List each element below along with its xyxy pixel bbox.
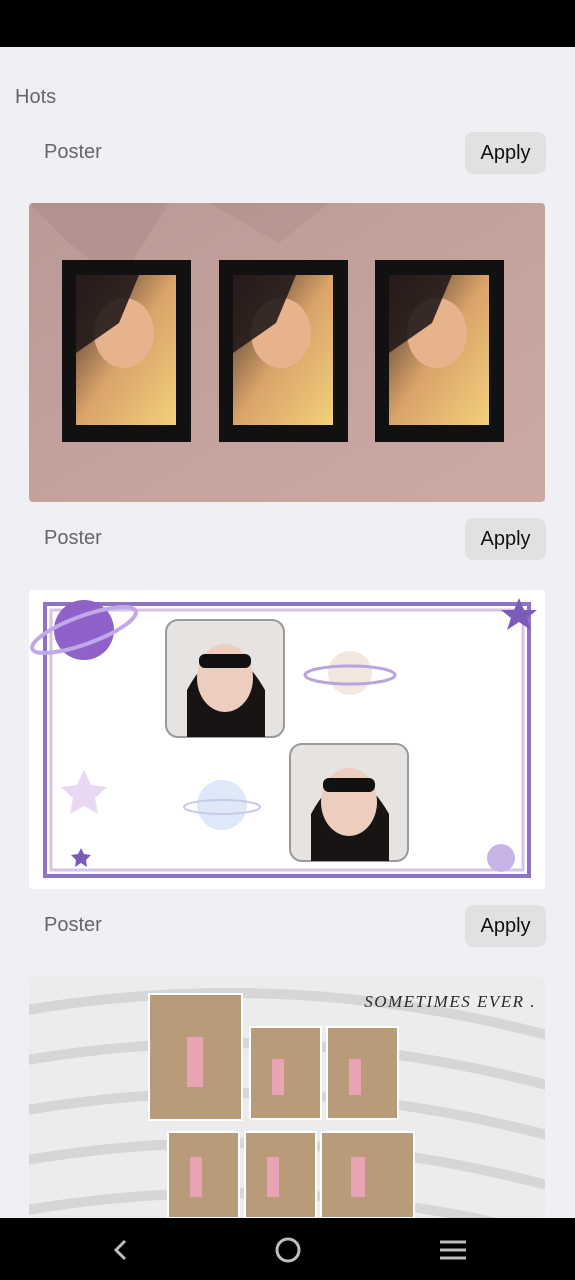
card-label: Poster — [44, 914, 102, 936]
photo-tile-2 — [289, 743, 409, 862]
photo-tile-1 — [165, 619, 285, 738]
frame-2 — [219, 260, 348, 442]
poster-caption: SOMETIMES EVER . — [364, 992, 536, 1011]
card-header: Poster Apply — [44, 132, 546, 174]
space-frame-image — [29, 590, 545, 889]
card-label: Poster — [44, 141, 102, 163]
poster-thumbnail-space[interactable] — [29, 590, 545, 889]
apply-button[interactable]: Apply — [465, 905, 546, 947]
section-title: Hots — [15, 86, 57, 108]
frame-3 — [375, 260, 504, 442]
card-header: Poster Apply — [44, 905, 546, 947]
poster-thumbnail-grid[interactable]: SOMETIMES EVER . — [29, 977, 545, 1218]
frame-1 — [62, 260, 191, 442]
back-icon[interactable] — [102, 1230, 142, 1270]
menu-icon[interactable] — [433, 1230, 473, 1270]
poster-thumbnail-frames[interactable] — [29, 203, 545, 502]
frames-wall-image — [29, 203, 545, 502]
card-label: Poster — [44, 527, 102, 549]
apply-button[interactable]: Apply — [465, 518, 546, 560]
grid-photos — [148, 993, 415, 1218]
status-bar — [0, 0, 575, 47]
apply-button[interactable]: Apply — [465, 132, 546, 174]
card-header: Poster Apply — [44, 518, 546, 560]
photo-grid-image: SOMETIMES EVER . — [29, 977, 545, 1218]
home-icon[interactable] — [268, 1230, 308, 1270]
